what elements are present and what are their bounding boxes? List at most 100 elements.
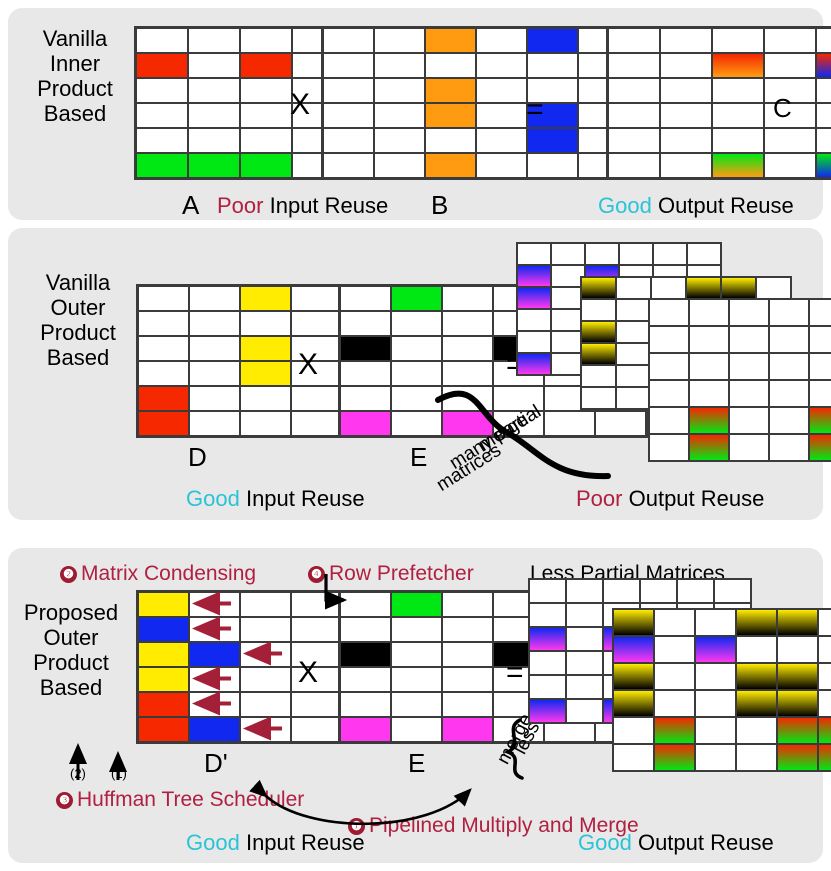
matrix-cell (649, 380, 689, 407)
matrix-cell (613, 663, 654, 690)
matrix-cell (595, 411, 646, 436)
matrix-cell (566, 699, 603, 723)
matrix-cell (809, 380, 831, 407)
output-reuse-text-3: Output Reuse (637, 830, 774, 855)
panel2-side-label: Vanilla Outer Product Based (40, 270, 116, 370)
matrix-cell (517, 265, 551, 287)
matrix-cell (769, 380, 809, 407)
matrix-cell (323, 53, 374, 78)
matrix-cell (764, 28, 816, 53)
matrix-cell (721, 277, 756, 299)
matrix-cell (809, 407, 831, 434)
matrix-cell (240, 717, 291, 742)
matrix-cell (818, 609, 831, 636)
matrix-cell (391, 617, 442, 642)
matrix-cell (660, 103, 712, 128)
matrix-cell (654, 717, 695, 744)
matrix-cell (529, 603, 566, 627)
output-reuse-quality-2: Poor (576, 486, 623, 511)
matrix-cell (566, 651, 603, 675)
matrix-cell (581, 299, 616, 321)
matrix-cell (391, 361, 442, 386)
output-reuse-quality-1: Good (598, 193, 652, 218)
matrix-cell (138, 592, 189, 617)
matrix-cell (695, 717, 736, 744)
matrix-cell (340, 592, 391, 617)
matrix-cell (613, 609, 654, 636)
matrix-cell (660, 153, 712, 178)
matrix-cell (189, 361, 240, 386)
matrix-cell (442, 286, 493, 311)
matrix-cell (442, 361, 493, 386)
feature-3-badge: ❸ (56, 792, 73, 809)
matrix-cell (816, 78, 831, 103)
matrix-cell (240, 411, 291, 436)
matrix-cell (136, 153, 188, 178)
feature-3-label: ❸ Huffman Tree Scheduler (56, 788, 304, 812)
matrix-cell (529, 651, 566, 675)
matrix-cell (687, 243, 721, 265)
matrix-cell (777, 690, 818, 717)
matrix-cell (729, 407, 769, 434)
matrix-cell (653, 243, 687, 265)
matrix-cell (517, 353, 551, 375)
matrix-cell (566, 579, 603, 603)
matrix-cell (613, 717, 654, 744)
matrix-cell (188, 53, 240, 78)
output-reuse-quality-3: Good (578, 830, 632, 855)
matrix-cell (764, 128, 816, 153)
matrix-cell (695, 744, 736, 771)
matrix-cell (189, 717, 240, 742)
matrix-cell (769, 326, 809, 353)
matrix-e-label-3: E (408, 748, 426, 778)
matrix-cell (649, 353, 689, 380)
matrix-cell (240, 311, 291, 336)
matrix-cell (374, 28, 425, 53)
matrix-cell (712, 78, 764, 103)
matrix-cell (340, 311, 391, 336)
output-reuse-text-2: Output Reuse (628, 486, 765, 511)
output-reuse-text-1: Output Reuse (657, 193, 794, 218)
panel1-side-label: Vanilla Inner Product Based (37, 26, 113, 126)
matrix-cell (529, 579, 566, 603)
matrix-cell (517, 331, 551, 353)
matrix-f (648, 298, 831, 462)
matrix-cell (756, 277, 791, 299)
matrix-cell (425, 128, 476, 153)
matrix-cell (769, 299, 809, 326)
matrix-cell (391, 311, 442, 336)
matrix-cell (240, 103, 292, 128)
matrix-cell (816, 28, 831, 53)
matrix-cell (476, 78, 527, 103)
matrix-cell (240, 336, 291, 361)
matrix-cell (136, 103, 188, 128)
matrix-cell (689, 353, 729, 380)
matrix-cell (138, 336, 189, 361)
matrix-cell (340, 642, 391, 667)
matrix-cell (777, 717, 818, 744)
input-reuse-text-2: Input Reuse (245, 486, 365, 511)
matrix-cell (340, 361, 391, 386)
matrix-cell (138, 617, 189, 642)
matrix-cell (689, 380, 729, 407)
matrix-cell (777, 636, 818, 663)
matrix-cell (689, 434, 729, 461)
matrix-d-prime-label: D' (204, 748, 228, 778)
matrix-cell (291, 311, 342, 336)
matrix-cell (476, 103, 527, 128)
matrix-cell (391, 286, 442, 311)
matrix-cell (736, 690, 777, 717)
matrix-cell (340, 386, 391, 411)
matrix-cell (188, 78, 240, 103)
matrix-cell (736, 636, 777, 663)
matrix-b-label: B (431, 190, 449, 220)
matrix-b (321, 26, 631, 180)
matrix-cell (189, 692, 240, 717)
matrix-cell (736, 717, 777, 744)
matrix-cell (425, 28, 476, 53)
matrix-cell (729, 353, 769, 380)
matrix-cell (649, 299, 689, 326)
matrix-cell (476, 153, 527, 178)
matrix-cell (442, 592, 493, 617)
caption-input-reuse-3: Good Input Reuse (186, 830, 365, 856)
